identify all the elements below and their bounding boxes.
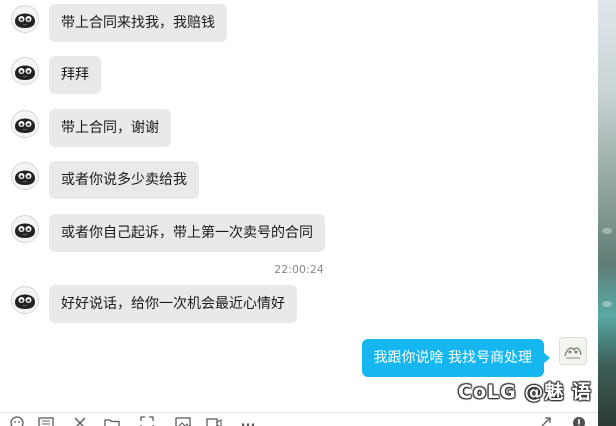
chat-message-area[interactable]: 带上合同来找我，我赔钱 拜拜 带上合同，谢谢 或者你说多少卖给我 或者你自己起诉… <box>0 0 598 426</box>
image-icon[interactable] <box>175 416 191 426</box>
message-row: 好好说话，给你一次机会最近心情好 <box>0 285 598 323</box>
timestamp-text: 22:00:24 <box>274 263 324 276</box>
contact-avatar[interactable] <box>11 5 39 33</box>
screenshot-icon[interactable] <box>140 416 156 426</box>
contact-avatar[interactable] <box>11 162 39 190</box>
message-bubble[interactable]: 好好说话，给你一次机会最近心情好 <box>49 285 297 323</box>
message-bubble-self[interactable]: 我跟你说啥 我找号商处理 <box>361 339 551 377</box>
background-spot <box>602 301 612 307</box>
contact-avatar[interactable] <box>11 57 39 85</box>
background-spot <box>602 228 612 234</box>
contact-avatar[interactable] <box>11 110 39 138</box>
message-bubble[interactable]: 带上合同，谢谢 <box>49 109 171 147</box>
message-row: 或者你说多少卖给我 <box>0 161 598 199</box>
message-row: 带上合同来找我，我赔钱 <box>0 4 598 42</box>
message-bubble[interactable]: 或者你说多少卖给我 <box>49 161 199 199</box>
folder-icon[interactable] <box>104 416 120 426</box>
desktop-background-strip <box>598 0 616 426</box>
contact-avatar[interactable] <box>11 286 39 314</box>
gif-icon[interactable] <box>38 416 54 426</box>
watermark: CoLG @魅 语 <box>458 381 592 403</box>
message-row: 拜拜 <box>0 56 598 94</box>
scissors-icon[interactable] <box>73 416 89 426</box>
video-icon[interactable] <box>206 416 222 426</box>
message-row: 带上合同，谢谢 <box>0 109 598 147</box>
chat-window: 带上合同来找我，我赔钱 拜拜 带上合同，谢谢 或者你说多少卖给我 或者你自己起诉… <box>0 0 616 426</box>
message-row-self: 我跟你说啥 我找号商处理 <box>0 339 598 377</box>
message-row: 或者你自己起诉，带上第一次卖号的合同 <box>0 214 598 252</box>
more-icon[interactable]: ... <box>238 416 258 426</box>
message-bubble[interactable]: 拜拜 <box>49 56 101 94</box>
alert-icon[interactable] <box>572 416 588 426</box>
contact-avatar[interactable] <box>11 215 39 243</box>
emoji-icon[interactable] <box>10 416 26 426</box>
timestamp: 22:00:24 <box>0 263 598 276</box>
expand-icon[interactable] <box>538 416 554 426</box>
message-bubble[interactable]: 或者你自己起诉，带上第一次卖号的合同 <box>49 214 325 252</box>
message-bubble[interactable]: 带上合同来找我，我赔钱 <box>49 4 227 42</box>
self-avatar[interactable] <box>559 337 587 365</box>
input-toolbar: ... <box>0 412 598 426</box>
